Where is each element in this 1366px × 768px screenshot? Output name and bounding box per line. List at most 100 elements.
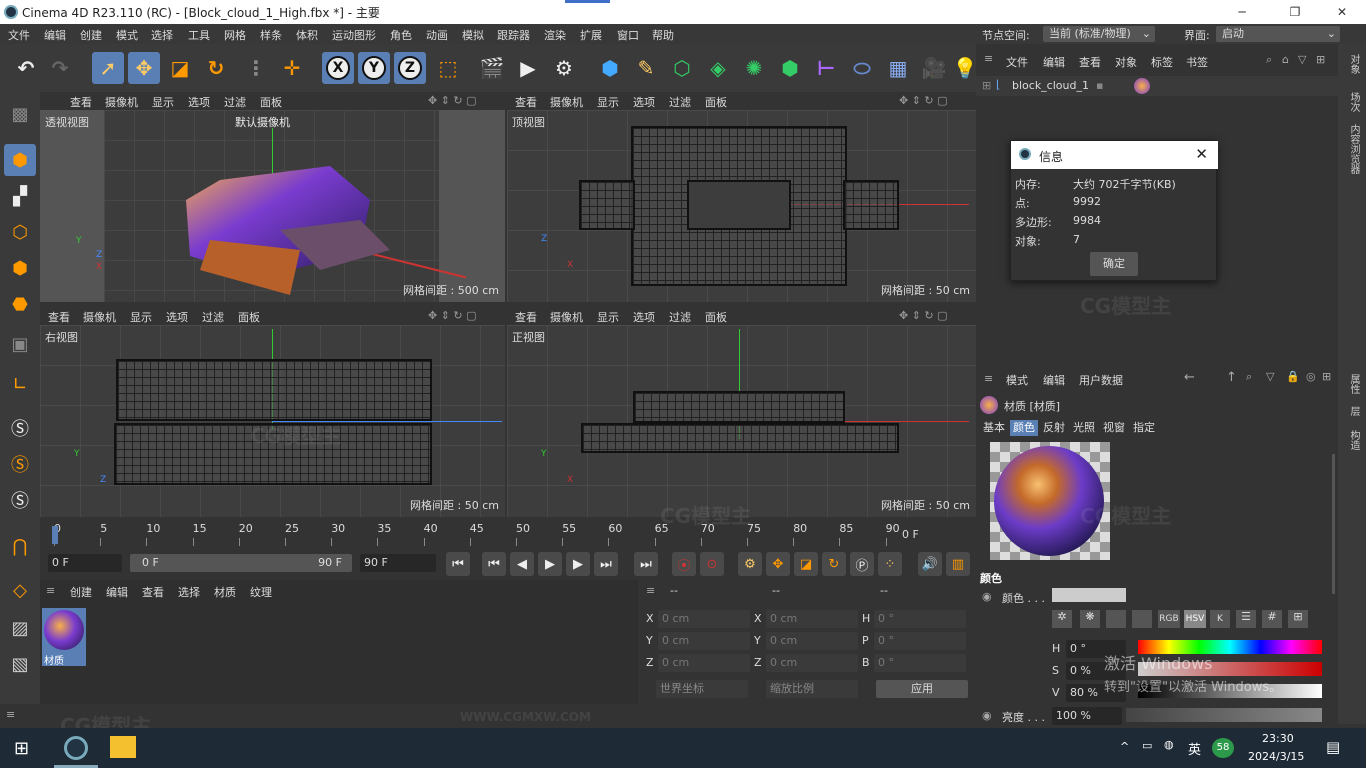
- vp-menu-options[interactable]: 选项: [633, 94, 655, 110]
- filter-icon[interactable]: ▽: [1266, 370, 1274, 383]
- color-swatch[interactable]: [1052, 588, 1126, 602]
- playhead[interactable]: [52, 526, 58, 544]
- viewport-canvas[interactable]: 正视图 Y X 网格间距 : 50 cm: [507, 325, 976, 517]
- coord-value-field[interactable]: 0 cm: [766, 632, 858, 650]
- radio-icon[interactable]: ◉: [982, 590, 992, 603]
- hamburger-icon[interactable]: ≡: [46, 584, 55, 597]
- ime-indicator[interactable]: 英: [1188, 739, 1201, 758]
- vp-menu-panel[interactable]: 面板: [260, 94, 282, 110]
- minimize-button[interactable]: ─: [1230, 2, 1254, 22]
- obj-menu-file[interactable]: 文件: [1006, 54, 1028, 70]
- uv-mode-icon[interactable]: ▣: [4, 328, 36, 360]
- pen-icon[interactable]: ✎: [630, 52, 662, 84]
- clock-time[interactable]: 23:30: [1262, 732, 1294, 745]
- windows-start-icon[interactable]: ⊞: [14, 738, 29, 759]
- menu-tools[interactable]: 工具: [188, 27, 210, 43]
- kelvin-button[interactable]: K: [1210, 610, 1230, 628]
- object-row[interactable]: ⊞ ⌊ block_cloud_1 ▪: [976, 76, 1338, 96]
- brightness-field[interactable]: 100 %: [1052, 707, 1122, 725]
- vp-menu-filter[interactable]: 过滤: [224, 94, 246, 110]
- image-icon[interactable]: [1106, 610, 1126, 628]
- vp-menu-camera[interactable]: 摄像机: [83, 309, 116, 325]
- vp-menu-view[interactable]: 查看: [515, 309, 537, 325]
- redo-icon[interactable]: ↷: [44, 52, 76, 84]
- brightness-slider[interactable]: [1126, 708, 1322, 722]
- y-axis-lock[interactable]: Y: [358, 52, 390, 84]
- go-to-start-icon[interactable]: ⏮: [446, 552, 470, 576]
- home-icon[interactable]: ⌂: [1282, 53, 1289, 66]
- next-key-icon[interactable]: ⏭: [594, 552, 618, 576]
- network-icon[interactable]: ◍: [1164, 738, 1174, 751]
- viewport-nav-icons[interactable]: ✥ ⇕ ↻ ▢: [428, 94, 477, 107]
- lock-icon[interactable]: 🔒: [1286, 370, 1300, 383]
- menu-help[interactable]: 帮助: [652, 27, 674, 43]
- go-to-end-icon[interactable]: ⏭: [634, 552, 658, 576]
- material-thumbnail[interactable]: 材质: [42, 608, 86, 667]
- object-name[interactable]: block_cloud_1: [1012, 79, 1089, 92]
- menu-mesh[interactable]: 网格: [224, 27, 246, 43]
- workplane-icon[interactable]: ◇: [4, 574, 36, 606]
- spectrum-icon[interactable]: ❋: [1080, 610, 1100, 628]
- menu-select[interactable]: 选择: [151, 27, 173, 43]
- menu-volume[interactable]: 体积: [296, 27, 318, 43]
- tab-reflectance[interactable]: 反射: [1040, 420, 1068, 436]
- material-tag-icon[interactable]: [1134, 78, 1150, 94]
- vp-menu-filter[interactable]: 过滤: [202, 309, 224, 325]
- notification-badge[interactable]: 58: [1212, 738, 1234, 758]
- solo-icon[interactable]: Ⓢ: [4, 412, 36, 444]
- texture-mode-icon[interactable]: ▞: [4, 180, 36, 212]
- previous-key-icon[interactable]: ⏮: [482, 552, 506, 576]
- new-window-icon[interactable]: ⊞: [1322, 370, 1331, 383]
- target-icon[interactable]: ◎: [1306, 370, 1316, 383]
- vp-menu-display[interactable]: 显示: [597, 309, 619, 325]
- hamburger-icon[interactable]: ≡: [984, 372, 993, 385]
- key-scale-icon[interactable]: ◪: [794, 552, 818, 576]
- autokey-icon[interactable]: ⊙: [700, 552, 724, 576]
- subdivision-icon[interactable]: ⬡: [666, 52, 698, 84]
- tab-basic[interactable]: 基本: [980, 420, 1008, 436]
- x-axis-lock[interactable]: X: [322, 52, 354, 84]
- viewport-front[interactable]: 查看 摄像机 显示 选项 过滤 面板 ✥ ⇕ ↻ ▢ 正视图 Y X 网格间距 …: [507, 307, 976, 517]
- vp-menu-options[interactable]: 选项: [188, 94, 210, 110]
- tab-assign[interactable]: 指定: [1130, 420, 1158, 436]
- attr-menu-edit[interactable]: 编辑: [1043, 372, 1065, 388]
- obj-menu-tags[interactable]: 标签: [1151, 54, 1173, 70]
- vp-menu-camera[interactable]: 摄像机: [550, 309, 583, 325]
- vp-menu-view[interactable]: 查看: [70, 94, 92, 110]
- keyframe-selection-icon[interactable]: ⚙: [738, 552, 762, 576]
- close-icon[interactable]: ✕: [1195, 145, 1208, 163]
- viewport-canvas[interactable]: 透视视图 默认摄像机 Y Z X 网格间距 : 500 cm: [40, 110, 505, 302]
- rgb-button[interactable]: RGB: [1158, 610, 1180, 628]
- vp-menu-display[interactable]: 显示: [130, 309, 152, 325]
- search-icon[interactable]: ⌕: [1246, 370, 1252, 384]
- render-view-icon[interactable]: 🎬: [476, 52, 508, 84]
- vp-menu-options[interactable]: 选项: [633, 309, 655, 325]
- restore-button[interactable]: ❐: [1283, 2, 1307, 22]
- node-space-dropdown[interactable]: 当前 (标准/物理) ⌄: [1043, 26, 1155, 42]
- color-wheel-icon[interactable]: ✲: [1052, 610, 1072, 628]
- cinema4d-taskbar-icon[interactable]: [64, 736, 88, 760]
- up-arrow-icon[interactable]: ↑: [1226, 370, 1237, 385]
- picker-icon[interactable]: [1132, 610, 1152, 628]
- clock-date[interactable]: 2024/3/15: [1248, 750, 1304, 763]
- transform-tool-icon[interactable]: ✛: [276, 52, 308, 84]
- tab-illumination[interactable]: 光照: [1070, 420, 1098, 436]
- light-icon[interactable]: 💡: [953, 52, 978, 84]
- tab-structure[interactable]: 构造: [1346, 430, 1361, 450]
- file-explorer-icon[interactable]: [110, 736, 136, 758]
- vp-menu-filter[interactable]: 过滤: [669, 309, 691, 325]
- next-frame-icon[interactable]: ▶: [566, 552, 590, 576]
- vp-menu-options[interactable]: 选项: [166, 309, 188, 325]
- cloner-icon[interactable]: ✺: [738, 52, 770, 84]
- frame-range-slider[interactable]: 0 F 90 F: [130, 554, 352, 572]
- cube-icon[interactable]: ⬢: [594, 52, 626, 84]
- vp-menu-view[interactable]: 查看: [48, 309, 70, 325]
- render-settings-icon[interactable]: ⚙: [548, 52, 580, 84]
- solo-hierarchy-icon[interactable]: Ⓢ: [4, 484, 36, 516]
- key-parameter-icon[interactable]: Ⓟ: [850, 552, 874, 576]
- coord-value-field[interactable]: 0 cm: [766, 654, 858, 672]
- menu-spline[interactable]: 样条: [260, 27, 282, 43]
- coord-value-field[interactable]: 0 °: [874, 632, 966, 650]
- scale-tool-icon[interactable]: ◪: [164, 52, 196, 84]
- key-pla-icon[interactable]: ⁘: [878, 552, 902, 576]
